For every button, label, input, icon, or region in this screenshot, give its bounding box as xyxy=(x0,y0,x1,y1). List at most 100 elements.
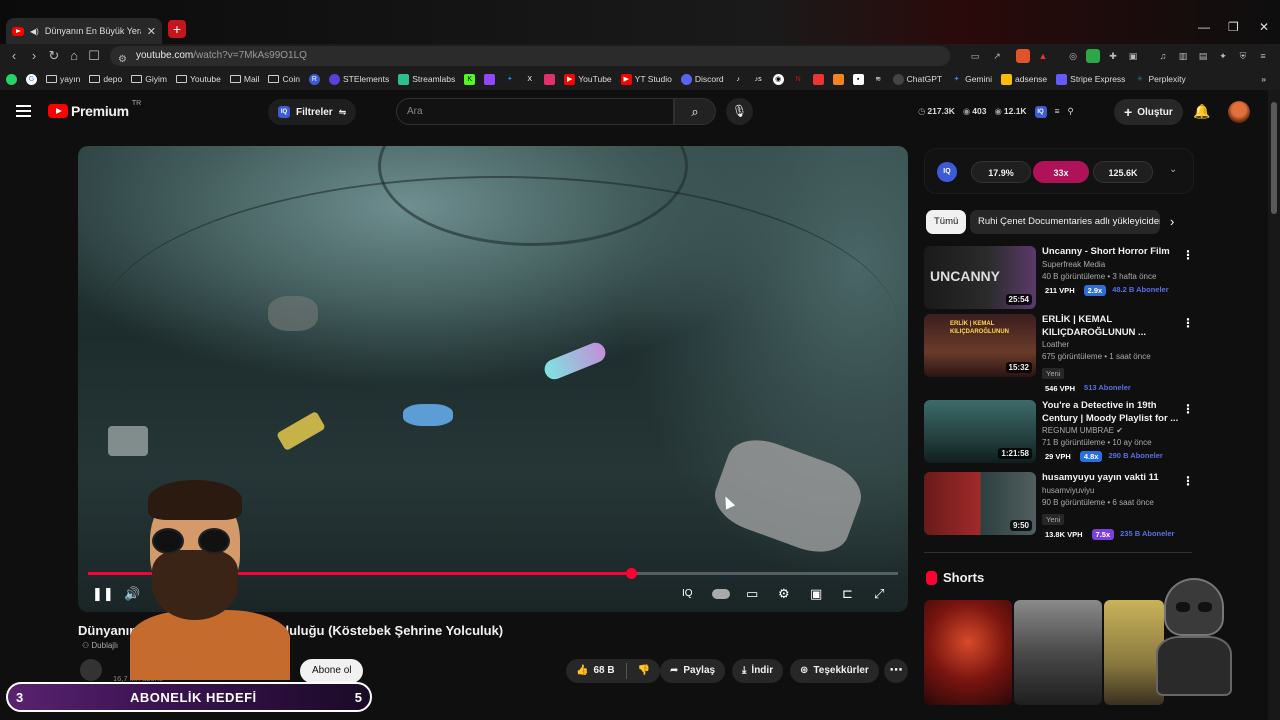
bookmark-misc-3[interactable] xyxy=(832,73,844,85)
chevron-right-icon[interactable]: › xyxy=(1170,214,1174,229)
vpn-icon[interactable]: ⛨ xyxy=(1236,49,1250,63)
bookmark-instagram[interactable] xyxy=(544,73,556,85)
bookmark-item[interactable]: yayın xyxy=(46,74,80,84)
download-button[interactable]: ⤓ İndir xyxy=(732,659,784,683)
vidiq-logo-icon[interactable]: IQ xyxy=(937,162,957,182)
extension-box-icon[interactable]: ▣ xyxy=(1126,49,1140,63)
wallet-icon[interactable]: ▤ xyxy=(1196,49,1210,63)
speaker-icon[interactable]: ◀) xyxy=(30,27,39,36)
video-thumbnail[interactable]: 9:50 xyxy=(924,472,1036,535)
bookmark-item[interactable]: ChatGPT xyxy=(892,73,942,85)
forward-icon[interactable]: › xyxy=(26,48,42,63)
bookmark-item[interactable]: ▶ YT Studio xyxy=(620,73,672,85)
captions-icon[interactable]: ▭ xyxy=(746,586,758,602)
like-button[interactable]: 👍 68 B 👎 xyxy=(566,659,661,683)
video-title[interactable]: You're a Detective in 19th Century | Moo… xyxy=(1042,400,1182,425)
bookmark-item[interactable]: Streamlabs xyxy=(398,73,455,85)
bookmark-item[interactable]: adsense xyxy=(1001,73,1047,85)
bookmark-tiktok[interactable]: ♪ xyxy=(733,74,744,85)
sidebar-icon[interactable]: ▥ xyxy=(1176,49,1190,63)
bookmark-bluesky[interactable]: ✦ xyxy=(504,74,515,85)
recommendation-item[interactable]: 1:21:58 You're a Detective in 19th Centu… xyxy=(924,400,1194,466)
scrollbar-thumb[interactable] xyxy=(1271,102,1277,214)
bookmark-netflix[interactable]: N xyxy=(793,74,804,85)
notifications-bell-icon[interactable]: 🔔 xyxy=(1193,103,1210,120)
bookmark-item[interactable]: Giyim xyxy=(131,74,167,84)
more-actions-button[interactable]: ⋯ xyxy=(884,659,908,683)
cast-icon[interactable]: ⊏ xyxy=(842,586,853,602)
bookmark-item[interactable]: Coin xyxy=(268,74,300,84)
leo-ai-icon[interactable]: ✦ xyxy=(1216,49,1230,63)
rewards-icon[interactable]: ▲ xyxy=(1036,49,1050,63)
minimize-icon[interactable]: — xyxy=(1198,20,1210,34)
share-button[interactable]: ➦ Paylaş xyxy=(660,659,726,683)
recommendation-item[interactable]: 9:50 husamyuyu yayın vakti 11 husamviyuv… xyxy=(924,472,1194,540)
extension-green-icon[interactable] xyxy=(1086,49,1100,63)
list-icon[interactable]: ≡ xyxy=(1055,106,1060,118)
search-input[interactable]: Ara xyxy=(396,98,674,125)
extension-glasses-icon[interactable]: ◎ xyxy=(1066,49,1080,63)
video-thumbnail[interactable]: UNCANNY 25:54 xyxy=(924,246,1036,309)
thanks-button[interactable]: ⊛ Teşekkürler xyxy=(790,659,879,683)
bookmark-item[interactable]: ✳ Perplexity xyxy=(1134,74,1186,85)
subscribe-button[interactable]: Abone ol xyxy=(300,659,364,683)
bookmark-item[interactable]: Mail xyxy=(229,74,259,84)
bookmark-google[interactable]: G xyxy=(26,73,37,85)
bookmark-misc-4[interactable]: ▪ xyxy=(852,73,864,85)
video-thumbnail[interactable]: ERLİK | KEMAL KILIÇDAROĞLUNUN 15:32 xyxy=(924,314,1036,377)
maximize-icon[interactable]: ❐ xyxy=(1228,20,1239,34)
chip-all[interactable]: Tümü xyxy=(926,210,967,234)
bookmark-item[interactable]: STElements xyxy=(328,73,389,85)
short-thumbnail[interactable] xyxy=(1014,600,1102,705)
bookmark-tiktok-s[interactable]: ♪s xyxy=(753,74,764,85)
fullscreen-icon[interactable]: ⤢ xyxy=(874,586,884,602)
youtube-premium-logo[interactable]: Premium TR xyxy=(48,100,141,119)
video-title[interactable]: ERLİK | KEMAL KILIÇDAROĞLUNUN ... xyxy=(1042,314,1182,339)
bookmark-misc-1[interactable]: ◉ xyxy=(772,73,784,85)
bookmark-item[interactable]: ✦ Gemini xyxy=(951,74,992,85)
window-close-icon[interactable]: ✕ xyxy=(1259,20,1269,34)
bookmark-misc-2[interactable] xyxy=(812,73,824,85)
channel-name[interactable]: Superfreak Media xyxy=(1042,259,1182,271)
trophy-icon[interactable]: ⚲ xyxy=(1068,106,1074,118)
channel-name[interactable]: Loather xyxy=(1042,339,1182,351)
channel-name[interactable]: REGNUM UMBRAE ✔ xyxy=(1042,425,1182,437)
channel-name[interactable]: husamviyuviyu xyxy=(1042,485,1182,497)
bookmark-misc-5[interactable]: ≋ xyxy=(873,74,884,85)
bookmarks-overflow-icon[interactable]: » xyxy=(1261,74,1266,84)
brave-shield-icon[interactable] xyxy=(1016,49,1030,63)
settings-icon[interactable]: ⚙ xyxy=(778,586,790,602)
recommendation-item[interactable]: ERLİK | KEMAL KILIÇDAROĞLUNUN 15:32 ERLİ… xyxy=(924,314,1194,394)
more-vert-icon[interactable]: ⋮ xyxy=(1182,402,1194,416)
voice-search-button[interactable]: 🎙 xyxy=(726,98,753,125)
thumbs-down-icon[interactable]: 👎 xyxy=(638,659,650,683)
bookmark-x[interactable]: X xyxy=(524,74,535,85)
extensions-puzzle-icon[interactable]: ✚ xyxy=(1106,49,1120,63)
bookmark-item[interactable]: ▶ YouTube xyxy=(564,73,612,85)
miniplayer-icon[interactable]: ▣ xyxy=(810,586,822,602)
bookmark-icon[interactable]: ☐ xyxy=(86,48,102,64)
url-field[interactable]: ⚙ youtube.com/watch?v=7MkAs99O1LQ xyxy=(110,46,950,66)
guide-menu-icon[interactable] xyxy=(16,105,31,117)
channel-avatar[interactable] xyxy=(80,659,102,681)
share-icon[interactable]: ↗ xyxy=(990,49,1004,63)
chevron-down-icon[interactable]: ⌄ xyxy=(1169,164,1177,175)
account-avatar[interactable] xyxy=(1228,101,1250,123)
pause-icon[interactable]: ❚❚ xyxy=(92,586,114,602)
chip-channel[interactable]: Ruhi Çenet Documentaries adlı yükleyicid… xyxy=(970,210,1160,234)
create-button[interactable]: + Oluştur xyxy=(1114,99,1183,125)
autoplay-toggle[interactable] xyxy=(712,589,730,599)
video-thumbnail[interactable]: 1:21:58 xyxy=(924,400,1036,463)
music-icon[interactable]: ♫ xyxy=(1156,49,1170,63)
bookmark-r[interactable]: R xyxy=(308,73,320,85)
site-info-icon[interactable]: ⚙ xyxy=(118,50,127,70)
more-vert-icon[interactable]: ⋮ xyxy=(1182,248,1194,262)
menu-icon[interactable]: ≡ xyxy=(1256,49,1270,63)
bookmark-whatsapp[interactable] xyxy=(6,73,17,85)
search-button[interactable]: ⌕ xyxy=(674,98,716,125)
more-vert-icon[interactable]: ⋮ xyxy=(1182,316,1194,330)
volume-icon[interactable]: 🔊 xyxy=(124,586,140,602)
tab-close-icon[interactable]: ✕ xyxy=(147,25,156,38)
bookmark-item[interactable]: depo xyxy=(89,74,122,84)
filters-button[interactable]: IQ Filtreler ⇋ xyxy=(268,99,357,125)
